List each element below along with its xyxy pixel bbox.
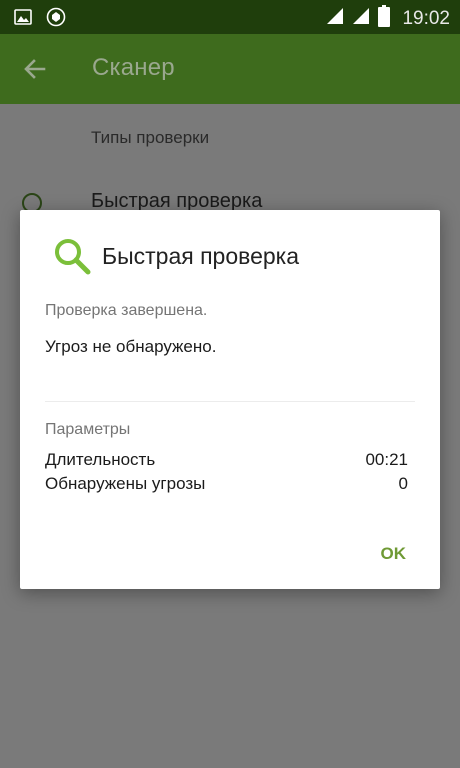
status-time: 19:02 bbox=[402, 7, 450, 29]
shield-notification-icon bbox=[46, 7, 66, 32]
scan-result-dialog: Быстрая проверка Проверка завершена. Угр… bbox=[20, 210, 440, 589]
param-label: Длительность bbox=[45, 450, 156, 469]
scan-result-text: Угроз не обнаружено. bbox=[45, 337, 217, 356]
section-label: Типы проверки bbox=[91, 128, 210, 147]
param-row-threats: Обнаружены угрозы 0 bbox=[45, 474, 408, 496]
dialog-header: Быстрая проверка bbox=[52, 234, 299, 278]
param-value: 00:21 bbox=[365, 450, 408, 469]
param-row-duration: Длительность 00:21 bbox=[45, 450, 408, 472]
scan-status-text: Проверка завершена. bbox=[45, 302, 208, 319]
divider bbox=[45, 401, 415, 402]
params-heading: Параметры bbox=[45, 421, 131, 438]
app-bar: Сканер bbox=[0, 34, 460, 104]
status-bar: 19:02 bbox=[0, 0, 460, 34]
arrow-back-icon[interactable] bbox=[22, 56, 48, 82]
signal-icon bbox=[352, 7, 370, 30]
image-notification-icon bbox=[14, 8, 32, 31]
battery-icon bbox=[378, 5, 391, 32]
page-title: Сканер bbox=[92, 54, 175, 81]
dialog-title: Быстрая проверка bbox=[102, 242, 300, 269]
param-label: Обнаружены угрозы bbox=[45, 474, 206, 493]
search-icon bbox=[52, 236, 92, 276]
ok-button[interactable]: OK bbox=[375, 540, 413, 568]
signal-icon bbox=[326, 7, 344, 30]
param-value: 0 bbox=[398, 474, 408, 493]
